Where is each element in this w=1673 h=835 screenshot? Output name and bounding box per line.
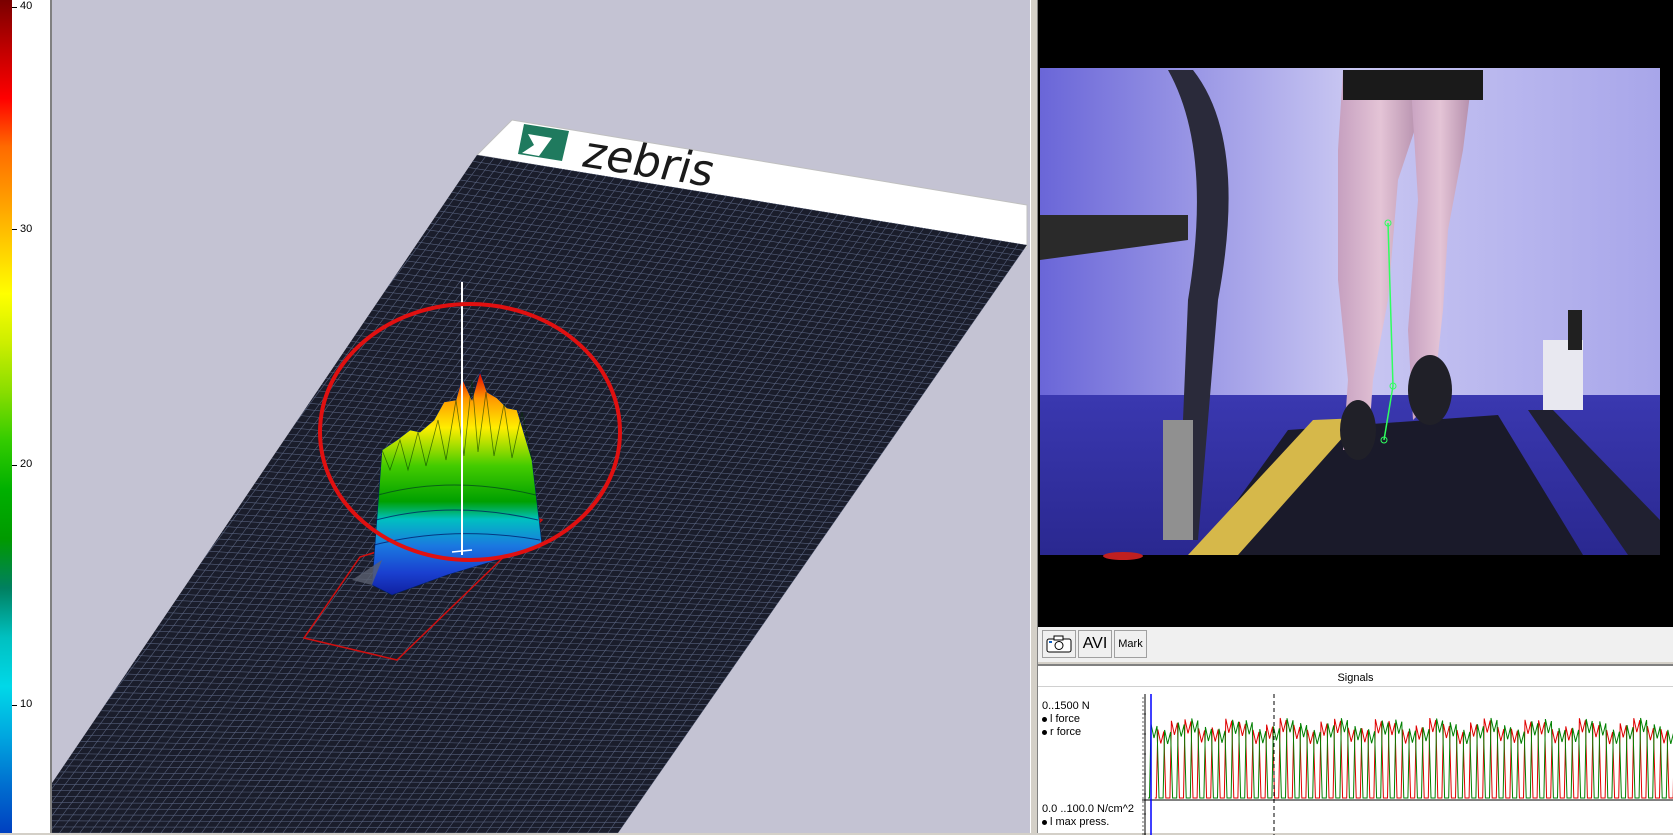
scale-tick-20 [12, 465, 17, 466]
mark-button[interactable]: Mark [1114, 630, 1147, 658]
scale-label-30: 30 [20, 223, 33, 235]
video-toolbar: AVI Mark [1038, 627, 1673, 662]
video-view[interactable] [1038, 0, 1673, 627]
legend-dot-icon [1042, 716, 1047, 722]
l-force-label: l force [1050, 713, 1080, 725]
scale-label-40: 40 [20, 0, 33, 12]
l-max-press-legend: l max press. [1042, 816, 1109, 829]
legend-dot-icon [1042, 819, 1047, 825]
force-range-label: 0..1500 N [1042, 700, 1090, 712]
signals-graph[interactable] [1142, 694, 1673, 835]
scale-tick-10 [12, 705, 17, 706]
r-force-legend: r force [1042, 726, 1081, 739]
color-scale-bar [0, 0, 12, 833]
video-frame [1040, 68, 1660, 560]
scale-tick-40 [12, 7, 17, 8]
snapshot-button[interactable] [1042, 630, 1076, 658]
l-force-legend: l force [1042, 713, 1080, 726]
pressure-plate-3d-view[interactable]: zebris [52, 0, 1030, 833]
legend-dot-icon [1042, 729, 1047, 735]
scale-label-20: 20 [20, 458, 33, 470]
pressure-plate-3d-canvas[interactable]: zebris [52, 0, 1030, 833]
pressure-range-label: 0.0 ..100.0 N/cm^2 [1042, 803, 1134, 815]
signals-title: Signals [1337, 672, 1374, 684]
camera-icon [1046, 635, 1072, 653]
scale-label-10: 10 [20, 698, 33, 710]
panel-splitter[interactable] [1030, 0, 1038, 833]
pressure-color-scale: 40 30 20 10 [0, 0, 52, 833]
r-force-label: r force [1050, 726, 1082, 738]
scale-tick-30 [12, 229, 17, 230]
avi-button[interactable]: AVI [1078, 630, 1112, 658]
signals-panel: Signals 0..1500 N l force r force 0.0 ..… [1038, 664, 1673, 835]
l-max-press-label: l max press. [1050, 816, 1110, 828]
